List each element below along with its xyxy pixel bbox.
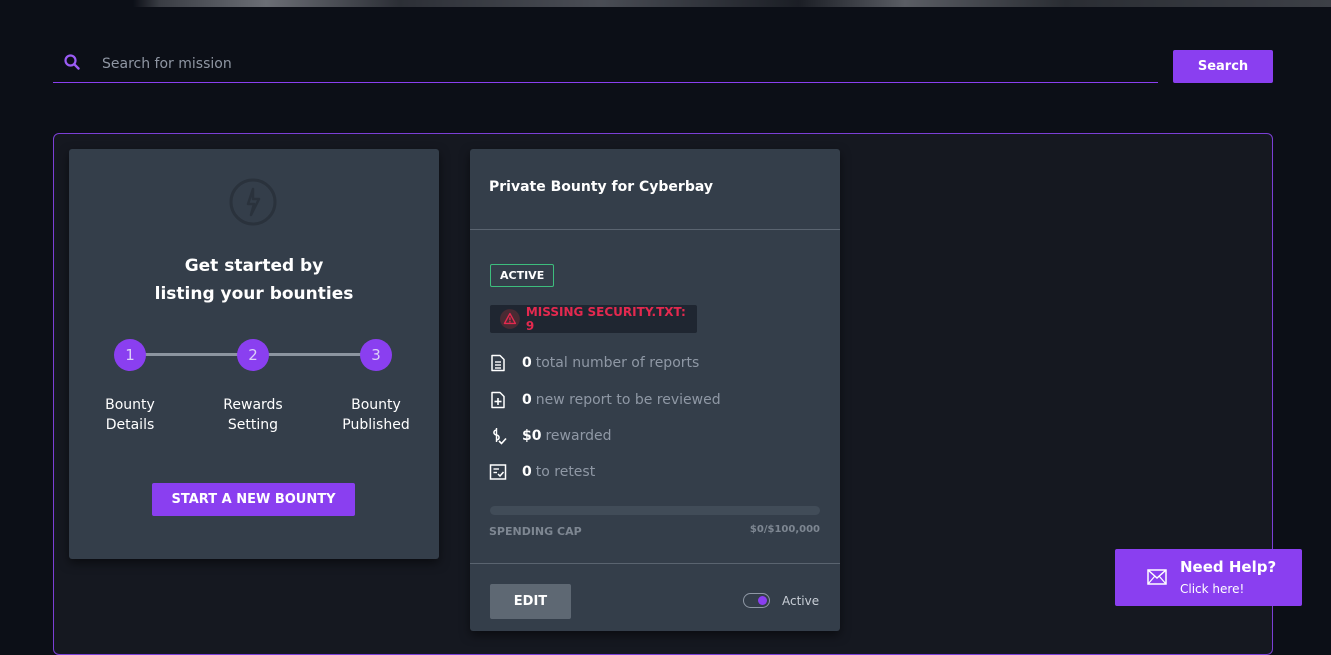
stat-value: 0 [522, 392, 532, 408]
step-circle-2: 2 [237, 339, 269, 371]
top-banner-image [0, 0, 1331, 7]
missing-security-text: MISSING SECURITY.TXT: 9 [525, 305, 686, 333]
cyberbay-logo-icon [229, 178, 277, 226]
checklist-icon [489, 464, 507, 480]
step-label-3: Bounty Published [342, 397, 410, 433]
spending-cap-label: SPENDING CAP [489, 525, 582, 538]
stat-label: total number of reports [535, 355, 700, 371]
stat-rewarded: $0 rewarded [489, 426, 611, 446]
help-subtitle: Click here! [1180, 582, 1245, 596]
mail-icon [1147, 569, 1167, 585]
help-title: Need Help? [1180, 558, 1277, 576]
bounty-title: Private Bounty for Cyberbay [489, 179, 713, 195]
document-icon [491, 354, 505, 372]
stat-value: 0 [522, 355, 532, 371]
stat-label: rewarded [545, 428, 612, 444]
start-new-bounty-button[interactable]: START A NEW BOUNTY [152, 483, 355, 516]
bounty-card: Private Bounty for Cyberbay ACTIVE MISSI… [470, 149, 840, 631]
stat-new-reports: 0 new report to be reviewed [489, 390, 721, 410]
search-icon [64, 54, 80, 70]
step-label-2: Rewards Setting [223, 397, 283, 433]
get-started-card: Get started by listing your bounties 1 2… [69, 149, 439, 559]
card-divider-top [470, 229, 840, 230]
stat-retest: 0 to retest [489, 462, 595, 482]
need-help-button[interactable]: Need Help? Click here! [1115, 549, 1302, 606]
stat-total-reports: 0 total number of reports [489, 353, 699, 373]
active-toggle[interactable] [743, 593, 770, 608]
spending-cap-value: $0/$100,000 [749, 524, 820, 535]
steps-progress: 1 2 3 Bounty Details Rewards Setting Bou… [69, 339, 439, 439]
get-started-heading: Get started by listing your bounties [154, 256, 354, 304]
stat-value: $0 [522, 428, 542, 444]
search-input[interactable] [100, 50, 1144, 78]
stat-label: to retest [535, 464, 596, 480]
search-bar [53, 44, 1158, 83]
status-badge: ACTIVE [490, 264, 555, 287]
spending-cap-progress [490, 506, 820, 515]
missing-security-badge: MISSING SECURITY.TXT: 9 [490, 305, 697, 333]
card-divider-bottom [470, 563, 840, 564]
search-button[interactable]: Search [1173, 50, 1273, 83]
stat-value: 0 [522, 464, 532, 480]
step-circle-3: 3 [360, 339, 392, 371]
warning-icon [500, 309, 520, 329]
dollar-check-icon [493, 428, 507, 445]
toggle-knob [758, 596, 767, 605]
step-circle-1: 1 [114, 339, 146, 371]
active-toggle-label: Active [782, 594, 820, 608]
add-file-icon [491, 391, 505, 409]
step-label-1: Bounty Details [105, 397, 155, 433]
stat-label: new report to be reviewed [535, 392, 721, 408]
edit-button[interactable]: EDIT [490, 584, 571, 619]
